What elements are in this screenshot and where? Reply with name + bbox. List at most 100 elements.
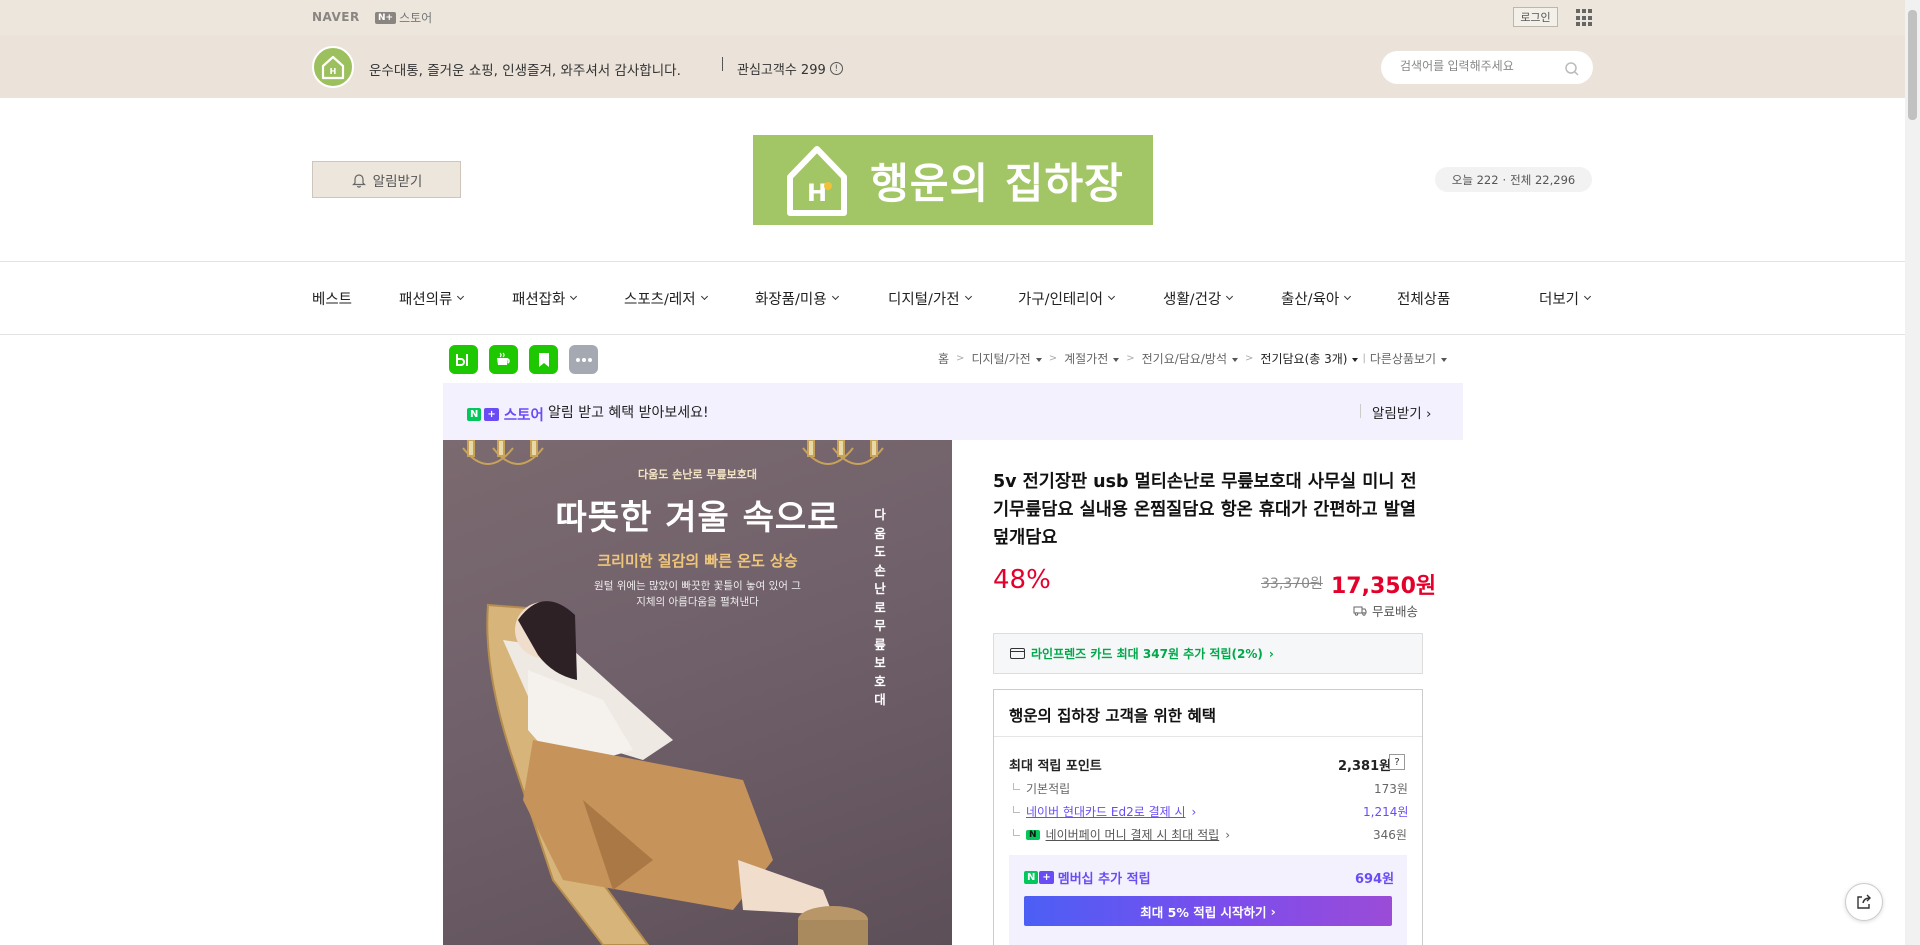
share-cafe-button[interactable] [489, 345, 518, 374]
interest-label: 관심고객수 299 [737, 63, 826, 78]
share-more-button[interactable] [569, 345, 598, 374]
nav-label: 디지털/가전 [888, 292, 960, 308]
chevron-down-icon [964, 292, 972, 301]
help-icon[interactable]: ? [1389, 754, 1405, 770]
npay-icon: N [1026, 829, 1040, 840]
scrollbar[interactable] [1905, 0, 1920, 945]
benefit-row-value: 346원 [1373, 828, 1407, 842]
store-slogan: 운수대통, 즐거운 쇼핑, 인생즐겨, 와주셔서 감사합니다. [369, 63, 681, 79]
blog-icon [455, 353, 468, 366]
breadcrumb-blankets[interactable]: 전기요/담요/방석 [1141, 350, 1239, 367]
notify-label: 알림받기 [372, 173, 423, 190]
np-store-label: 스토어 [399, 11, 433, 25]
truck-icon [1353, 606, 1367, 616]
nav-item-digital[interactable]: 디지털/가전 [888, 288, 972, 309]
nav-label: 베스트 [312, 292, 353, 308]
caret-down-icon [1352, 357, 1359, 362]
breadcrumb-label: 전기요/담요/방석 [1141, 352, 1228, 366]
chevron-down-icon [831, 292, 839, 301]
product-image[interactable]: 다움도 손난로 무릎보호대 따뜻한 겨울 속으로 크리미한 질감의 빠른 온도 … [443, 440, 952, 945]
chevron-down-icon [1226, 292, 1234, 301]
nav-item-living[interactable]: 생활/건강 [1163, 288, 1234, 309]
max-points-value: 2,381원 [1338, 759, 1392, 774]
caret-down-icon [1232, 357, 1239, 362]
np-badge-n: N [1024, 871, 1039, 884]
login-button[interactable]: 로그인 [1513, 7, 1558, 27]
visitor-counter: 오늘 222 · 전체 22,296 [1435, 167, 1592, 192]
cafe-icon [496, 352, 510, 365]
card-benefit-link[interactable]: 라인프렌즈 카드 최대 347원 추가 적립(2%) › [993, 633, 1423, 674]
membership-label: N + 멤버십 추가 적립 [1024, 868, 1151, 887]
benefit-row-hyundai[interactable]: 네이버 현대카드 Ed2로 결제 시 › [1013, 803, 1196, 820]
nav-label: 출산/육아 [1281, 292, 1340, 308]
chevron-down-icon [700, 292, 708, 301]
top-bar [0, 0, 1905, 35]
image-vertical-text: 다움도손난로무릎보호대 [874, 507, 886, 707]
original-price: 33,370원 [1261, 576, 1323, 592]
membership-text: 멤버십 추가 적립 [1057, 872, 1151, 887]
tagline-small: 다움도 손난로 무릎보호대 [638, 468, 757, 481]
breadcrumb-label: 다른상품보기 [1369, 352, 1437, 366]
share-bookmark-button[interactable] [529, 345, 558, 374]
nav-item-furniture[interactable]: 가구/인테리어 [1018, 288, 1115, 309]
np-mark: N+ [375, 11, 397, 24]
nav-label: 스포츠/레저 [624, 292, 696, 308]
sale-price: 17,350원 [1331, 574, 1437, 599]
nav-label: 화장품/미용 [755, 292, 827, 308]
tree-branch-icon [1013, 805, 1020, 813]
nav-item-sports[interactable]: 스포츠/레저 [624, 288, 708, 309]
search-input[interactable] [1400, 59, 1560, 73]
breadcrumb-seasonal[interactable]: 계절가전 [1064, 350, 1120, 367]
benefit-title: 행운의 집하장 고객을 위한 혜택 [1009, 707, 1216, 725]
apps-grid-icon[interactable] [1576, 9, 1594, 27]
chevron-right-icon: › [1225, 827, 1230, 842]
caret-down-icon [1113, 357, 1120, 362]
promo-notify-link[interactable]: 알림받기 › [1372, 402, 1431, 422]
nav-item-beauty[interactable]: 화장품/미용 [755, 288, 839, 309]
card-icon [1010, 648, 1025, 659]
scrollbar-thumb[interactable] [1908, 10, 1917, 120]
nav-item-fashion-clothing[interactable]: 패션의류 [399, 288, 465, 309]
caret-down-icon [1035, 357, 1042, 362]
notify-button[interactable]: 알림받기 [312, 161, 461, 198]
floating-share-button[interactable] [1845, 883, 1883, 921]
nav-item-baby[interactable]: 출산/육아 [1281, 288, 1352, 309]
membership-cta-button[interactable]: 최대 5% 적립 시작하기 › [1024, 896, 1392, 926]
bell-icon [351, 173, 366, 188]
naver-logo[interactable]: NAVER [312, 10, 360, 24]
benefit-row-value: 1,214원 [1363, 805, 1409, 819]
nav-label: 패션잡화 [512, 292, 566, 308]
nav-item-best[interactable]: 베스트 [312, 288, 352, 309]
benefit-row-label: 기본적립 [1026, 782, 1071, 796]
np-badge-plus: + [484, 408, 499, 421]
info-icon[interactable]: ! [829, 62, 843, 75]
benefit-row-value: 173원 [1374, 782, 1408, 796]
more-dots-icon [575, 357, 592, 362]
chandelier-right [802, 440, 884, 465]
nav-item-all-products[interactable]: 전체상품 [1397, 288, 1450, 309]
breadcrumb-current[interactable]: 전기담요(총 3개) [1260, 350, 1359, 367]
chevron-down-icon [457, 292, 465, 301]
store-avatar[interactable]: H [312, 46, 354, 88]
chevron-down-icon [570, 292, 578, 301]
benefit-row-npay[interactable]: N 네이버페이 머니 결제 시 최대 적립 › [1013, 826, 1230, 843]
nav-item-more[interactable]: 더보기 [1539, 288, 1592, 309]
brand-logo[interactable]: H 행운의 집하장 [753, 135, 1153, 225]
search-icon[interactable] [1564, 61, 1580, 77]
breadcrumb-digital[interactable]: 디지털/가전 [971, 350, 1042, 367]
share-blog-button[interactable] [449, 345, 478, 374]
nav-divider-bottom [0, 334, 1905, 335]
chandelier-left [462, 440, 544, 465]
chevron-right-icon: › [1270, 903, 1276, 919]
breadcrumb-other-products[interactable]: 다른상품보기 [1369, 350, 1448, 367]
nav-item-fashion-goods[interactable]: 패션잡화 [512, 288, 578, 309]
np-store-link[interactable]: N+ 스토어 [375, 9, 432, 26]
shipping-label: 무료배송 [1372, 604, 1419, 619]
interest-customers: 관심고객수 299 ! [737, 59, 843, 78]
svg-text:H: H [330, 67, 337, 76]
breadcrumb-home[interactable]: 홈 [938, 350, 949, 367]
shipping-info: 무료배송 [1353, 601, 1418, 620]
nav-label: 가구/인테리어 [1018, 292, 1103, 308]
chevron-right-icon: › [1425, 406, 1432, 422]
tree-branch-icon [1013, 782, 1020, 790]
